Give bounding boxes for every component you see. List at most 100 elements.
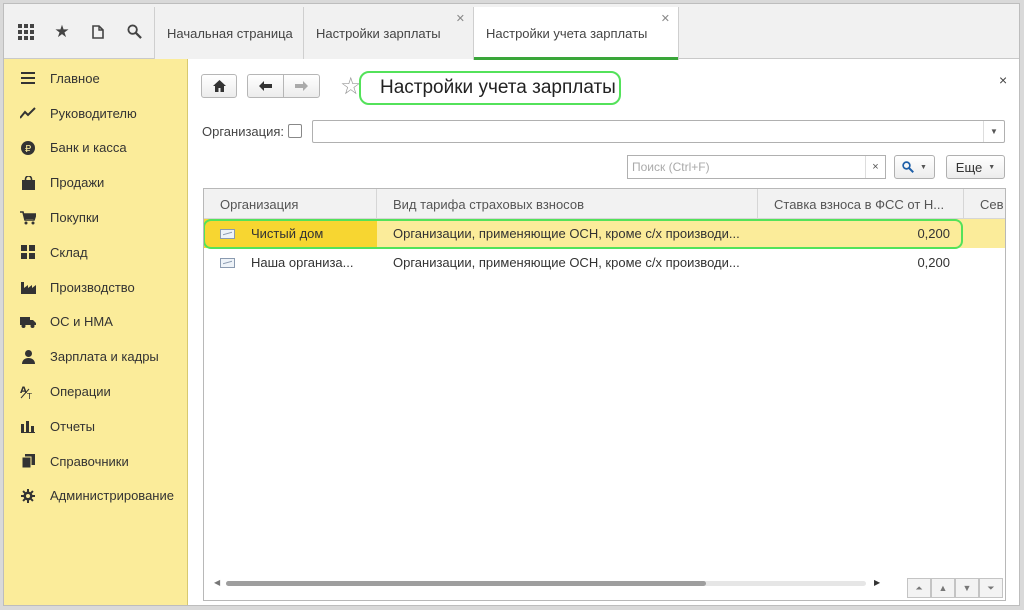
cell-organization-text: Наша организа... xyxy=(251,255,354,270)
cell-organization-text: Чистый дом xyxy=(251,226,324,241)
cell-tariff: Организации, применяющие ОСН, кроме с/х … xyxy=(393,226,740,241)
page-title-text: Настройки учета зарплаты xyxy=(380,77,616,98)
arrow-right-icon xyxy=(295,81,308,91)
scroll-down-icon[interactable]: ▼ xyxy=(955,578,979,598)
tab-salary-settings[interactable]: Настройки зарплаты ✕ xyxy=(303,7,473,59)
sidebar-item-label: Администрирование xyxy=(50,488,174,504)
clear-icon[interactable]: × xyxy=(865,156,885,178)
table-row[interactable]: Наша организа... Организации, применяющи… xyxy=(204,248,1005,277)
sidebar-item-label: Банк и касса xyxy=(50,140,127,156)
svg-text:₽: ₽ xyxy=(25,144,32,155)
page-title: Настройки учета зарплаты xyxy=(359,71,621,105)
cell-fss-rate: 0,200 xyxy=(917,255,950,270)
organization-icon xyxy=(220,228,235,239)
sidebar-item-label: Руководителю xyxy=(50,105,137,121)
sidebar-item-label: Отчеты xyxy=(50,418,95,434)
sidebar-item-administration[interactable]: Администрирование xyxy=(4,479,187,514)
sidebar-item-sales[interactable]: Продажи xyxy=(4,165,187,200)
sidebar-item-operations[interactable]: AT Операции xyxy=(4,374,187,409)
organization-field[interactable]: ▼ xyxy=(312,120,1005,143)
sidebar-item-bank[interactable]: ₽ Банк и касса xyxy=(4,131,187,166)
tab-label: Настройки зарплаты xyxy=(316,25,441,41)
sidebar-item-references[interactable]: Справочники xyxy=(4,444,187,479)
person-icon xyxy=(20,349,36,365)
svg-text:T: T xyxy=(26,392,32,399)
settings-table: Организация Вид тарифа страховых взносов… xyxy=(203,188,1006,601)
search-button[interactable]: ▼ xyxy=(894,155,935,179)
sidebar-item-label: Производство xyxy=(50,279,135,295)
books-icon xyxy=(20,453,36,469)
scroll-thumb[interactable] xyxy=(226,581,706,586)
sidebar-item-purchases[interactable]: Покупки xyxy=(4,200,187,235)
cell-fss-rate: 0,200 xyxy=(917,226,950,241)
scroll-top-icon[interactable]: ⏶ xyxy=(907,578,931,598)
column-header-organization[interactable]: Организация xyxy=(204,189,377,219)
sidebar-item-label: Продажи xyxy=(50,175,105,191)
chevron-down-icon: ▼ xyxy=(988,163,996,171)
tab-label: Настройки учета зарплаты xyxy=(486,26,648,41)
cell-tariff: Организации, применяющие ОСН, кроме с/х … xyxy=(393,255,740,270)
cell-organization: Наша организа... xyxy=(204,248,377,277)
sidebar-item-label: ОС и НМА xyxy=(50,314,113,330)
scroll-bottom-icon[interactable]: ⏷ xyxy=(979,578,1003,598)
column-header-fss-rate[interactable]: Ставка взноса в ФСС от Н... xyxy=(758,189,964,219)
sidebar-item-label: Склад xyxy=(50,244,88,260)
chevron-down-icon[interactable]: ▼ xyxy=(983,121,1004,142)
sidebar-item-reports[interactable]: Отчеты xyxy=(4,409,187,444)
close-icon[interactable]: ✕ xyxy=(661,12,670,25)
tab-home[interactable]: Начальная страница xyxy=(154,7,303,59)
chevron-down-icon: ▼ xyxy=(920,163,927,171)
scroll-up-icon[interactable]: ▲ xyxy=(931,578,955,598)
column-header-tariff[interactable]: Вид тарифа страховых взносов xyxy=(377,189,758,219)
sidebar-item-salary-hr[interactable]: Зарплата и кадры xyxy=(4,339,187,374)
organization-filter-checkbox[interactable] xyxy=(288,124,302,138)
search-icon[interactable] xyxy=(116,4,152,59)
favorites-star-icon[interactable]: ★ xyxy=(44,4,80,59)
forward-button[interactable] xyxy=(283,74,320,98)
top-icons: ★ xyxy=(4,4,154,59)
warehouse-icon xyxy=(20,244,36,260)
cell-organization: Чистый дом xyxy=(204,219,377,248)
organization-label: Организация: xyxy=(202,124,285,139)
sidebar-item-label: Справочники xyxy=(50,453,129,469)
top-bar: ★ Начальная страница Настройки зарплаты … xyxy=(4,4,1019,60)
shopping-bag-icon xyxy=(20,175,36,191)
form-area: ☆ Настройки учета зарплаты × Организация… xyxy=(189,60,1019,605)
sidebar-item-production[interactable]: Производство xyxy=(4,270,187,305)
back-button[interactable] xyxy=(247,74,284,98)
history-icon[interactable] xyxy=(80,4,116,59)
sidebar: Главное Руководителю ₽ Банк и касса Прод… xyxy=(4,59,188,605)
menu-lines-icon xyxy=(20,70,36,86)
home-icon xyxy=(212,80,226,92)
more-button[interactable]: Еще ▼ xyxy=(946,155,1005,179)
search-input[interactable]: Поиск (Ctrl+F) × xyxy=(627,155,886,179)
close-icon[interactable]: ✕ xyxy=(456,12,465,25)
arrow-left-icon xyxy=(259,81,272,91)
factory-icon xyxy=(20,279,36,295)
tab-salary-accounting-settings[interactable]: Настройки учета зарплаты ✕ xyxy=(473,7,679,60)
horizontal-scrollbar[interactable]: ◀ ▶ xyxy=(214,578,894,587)
scroll-right-icon[interactable]: ▶ xyxy=(874,578,880,587)
home-button[interactable] xyxy=(201,74,237,98)
sidebar-item-label: Покупки xyxy=(50,210,99,226)
organization-icon xyxy=(220,257,235,268)
scroll-left-icon[interactable]: ◀ xyxy=(214,578,220,587)
app-window: ★ Начальная страница Настройки зарплаты … xyxy=(3,3,1020,606)
table-row[interactable]: Чистый дом Организации, применяющие ОСН,… xyxy=(204,219,1005,248)
sidebar-item-manager[interactable]: Руководителю xyxy=(4,96,187,131)
column-header-north[interactable]: Сев xyxy=(964,189,1005,219)
tab-label: Начальная страница xyxy=(167,25,293,41)
sidebar-item-warehouse[interactable]: Склад xyxy=(4,235,187,270)
row-navigation: ⏶ ▲ ▼ ⏷ xyxy=(907,578,1003,598)
bar-chart-icon xyxy=(20,418,36,434)
table-header: Организация Вид тарифа страховых взносов… xyxy=(204,189,1005,219)
more-label: Еще xyxy=(955,159,983,175)
apps-grid-icon[interactable] xyxy=(8,4,44,59)
sidebar-item-main[interactable]: Главное xyxy=(4,61,187,96)
sidebar-item-label: Операции xyxy=(50,384,111,400)
search-placeholder: Поиск (Ctrl+F) xyxy=(632,160,710,174)
close-icon[interactable]: × xyxy=(999,72,1007,88)
gear-icon xyxy=(20,488,36,504)
ruble-coin-icon: ₽ xyxy=(20,140,36,156)
sidebar-item-fixed-assets[interactable]: ОС и НМА xyxy=(4,305,187,340)
